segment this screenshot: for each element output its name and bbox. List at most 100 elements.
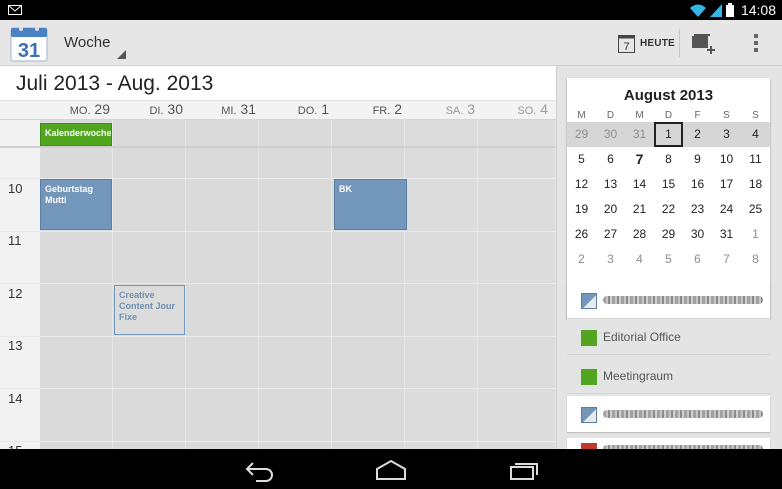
day-header-fri[interactable]: FR. 2 xyxy=(332,101,405,119)
mini-calendar-day[interactable]: 8 xyxy=(741,247,770,272)
mini-calendar-day[interactable]: 16 xyxy=(683,172,712,197)
gmail-notification-icon xyxy=(8,5,22,15)
mini-calendar-day[interactable]: 21 xyxy=(625,197,654,222)
mini-calendar-day[interactable]: 2 xyxy=(567,247,596,272)
mini-calendar-day[interactable]: 17 xyxy=(712,172,741,197)
event-bk[interactable]: BK xyxy=(334,179,407,230)
day-header-tue[interactable]: DI. 30 xyxy=(113,101,186,119)
redacted-calendar-name xyxy=(603,410,763,418)
mini-calendar-day-selected[interactable]: 1 xyxy=(654,122,683,147)
day-column[interactable] xyxy=(478,120,556,449)
mini-calendar-day[interactable]: 12 xyxy=(567,172,596,197)
mini-calendar-day[interactable]: 2 xyxy=(683,122,712,147)
mini-calendar-day[interactable]: 11 xyxy=(741,147,770,172)
hour-label: 13 xyxy=(8,338,23,353)
new-event-icon[interactable] xyxy=(686,20,726,66)
action-divider xyxy=(679,29,680,57)
mini-calendar-day[interactable]: 31 xyxy=(625,122,654,147)
today-button[interactable]: 7 HEUTE xyxy=(612,20,678,66)
day-header-mon[interactable]: MO. 29 xyxy=(40,101,113,119)
overflow-menu-icon[interactable] xyxy=(742,20,770,66)
redacted-calendar-name xyxy=(603,296,763,304)
day-header-thu[interactable]: DO. 1 xyxy=(259,101,332,119)
mini-calendar-day[interactable]: 1 xyxy=(741,222,770,247)
back-icon[interactable] xyxy=(234,455,284,483)
mini-calendar-day-today[interactable]: 7 xyxy=(625,147,654,172)
mini-calendar-day[interactable]: 4 xyxy=(741,122,770,147)
mini-calendar-day[interactable]: 7 xyxy=(712,247,741,272)
mini-calendar-day[interactable]: 6 xyxy=(683,247,712,272)
mini-calendar-day[interactable]: 23 xyxy=(683,197,712,222)
day-column[interactable] xyxy=(332,120,405,449)
day-header-wed[interactable]: MI. 31 xyxy=(186,101,259,119)
calendar-app-icon[interactable]: 31 xyxy=(10,24,48,62)
day-header-sun[interactable]: SO. 4 xyxy=(478,101,551,119)
status-time: 14:08 xyxy=(740,2,776,18)
day-column[interactable] xyxy=(40,120,113,449)
week-view: Juli 2013 - Aug. 2013 MO. 29 DI. 30 MI. … xyxy=(0,66,556,449)
calendar-color-swatch xyxy=(581,293,597,309)
mini-calendar-day[interactable]: 30 xyxy=(596,122,625,147)
day-column[interactable] xyxy=(259,120,332,449)
day-column[interactable] xyxy=(186,120,259,449)
weekday-header: D xyxy=(664,110,673,121)
hour-label: 14 xyxy=(8,391,23,406)
today-label: HEUTE xyxy=(640,37,675,49)
mini-calendar-day[interactable]: 3 xyxy=(596,247,625,272)
day-abbr: DO. xyxy=(297,105,318,117)
mini-calendar-day[interactable]: 29 xyxy=(654,222,683,247)
mini-calendar-day[interactable]: 27 xyxy=(596,222,625,247)
all-day-event[interactable]: Kalenderwoche xyxy=(40,123,112,146)
mini-calendar-day[interactable]: 30 xyxy=(683,222,712,247)
day-number: 3 xyxy=(467,101,475,117)
event-creative-content[interactable]: Creative Content Jour Fixe xyxy=(114,285,185,335)
mini-calendar-day[interactable]: 29 xyxy=(567,122,596,147)
mini-calendar-day[interactable]: 25 xyxy=(741,197,770,222)
day-header-sat[interactable]: SA. 3 xyxy=(405,101,478,119)
mini-calendar-week: 26 27 28 29 30 31 1 xyxy=(567,222,770,247)
mini-calendar-week: 19 20 21 22 23 24 25 xyxy=(567,197,770,222)
calendar-color-swatch xyxy=(581,407,597,423)
mini-calendar-day[interactable]: 15 xyxy=(654,172,683,197)
calendar-list-item[interactable]: Editorial Office xyxy=(567,319,770,355)
calendar-label: Editorial Office xyxy=(603,330,681,344)
app-icon-day: 31 xyxy=(18,40,40,62)
mini-calendar-day[interactable]: 24 xyxy=(712,197,741,222)
mini-calendar-day[interactable]: 5 xyxy=(567,147,596,172)
weekday-header: S xyxy=(752,110,759,121)
weekday-header: F xyxy=(694,110,701,121)
mini-calendar-day[interactable]: 19 xyxy=(567,197,596,222)
day-abbr: DI. xyxy=(149,105,164,117)
mini-calendar-day[interactable]: 22 xyxy=(654,197,683,222)
mini-calendar-day[interactable]: 13 xyxy=(596,172,625,197)
event-geburtstag[interactable]: Geburtstag Mutti xyxy=(40,179,112,230)
mini-calendar-day[interactable]: 18 xyxy=(741,172,770,197)
calendar-list-item[interactable] xyxy=(567,438,770,449)
mini-calendar-day[interactable]: 26 xyxy=(567,222,596,247)
calendar-list-item[interactable] xyxy=(567,396,770,432)
mini-calendar-day[interactable]: 28 xyxy=(625,222,654,247)
mini-calendar-day[interactable]: 5 xyxy=(654,247,683,272)
action-bar: 31 Woche 7 HEUTE xyxy=(0,20,782,66)
hour-label: 12 xyxy=(8,286,23,301)
mini-calendar-day[interactable]: 3 xyxy=(712,122,741,147)
view-selector[interactable]: Woche xyxy=(64,34,110,51)
weekday-header: S xyxy=(723,110,730,121)
mini-calendar-day[interactable]: 14 xyxy=(625,172,654,197)
mini-calendar-day[interactable]: 8 xyxy=(654,147,683,172)
mini-calendar-week: 12 13 14 15 16 17 18 xyxy=(567,172,770,197)
home-icon[interactable] xyxy=(366,455,416,483)
mini-calendar-day[interactable]: 10 xyxy=(712,147,741,172)
day-column[interactable] xyxy=(405,120,478,449)
recent-apps-icon[interactable] xyxy=(499,455,549,483)
mini-calendar-day[interactable]: 31 xyxy=(712,222,741,247)
calendar-list-item[interactable]: Meetingraum xyxy=(567,358,770,394)
dropdown-caret-icon[interactable] xyxy=(117,50,126,59)
time-grid[interactable]: 10 11 12 13 14 15 Kalenderwoche Geburtst… xyxy=(0,120,556,449)
mini-calendar-week: 5 6 7 8 9 10 11 xyxy=(567,147,770,172)
mini-calendar-day[interactable]: 20 xyxy=(596,197,625,222)
mini-calendar-day[interactable]: 4 xyxy=(625,247,654,272)
mini-calendar-day[interactable]: 9 xyxy=(683,147,712,172)
calendar-list-item[interactable] xyxy=(567,282,770,318)
mini-calendar-day[interactable]: 6 xyxy=(596,147,625,172)
